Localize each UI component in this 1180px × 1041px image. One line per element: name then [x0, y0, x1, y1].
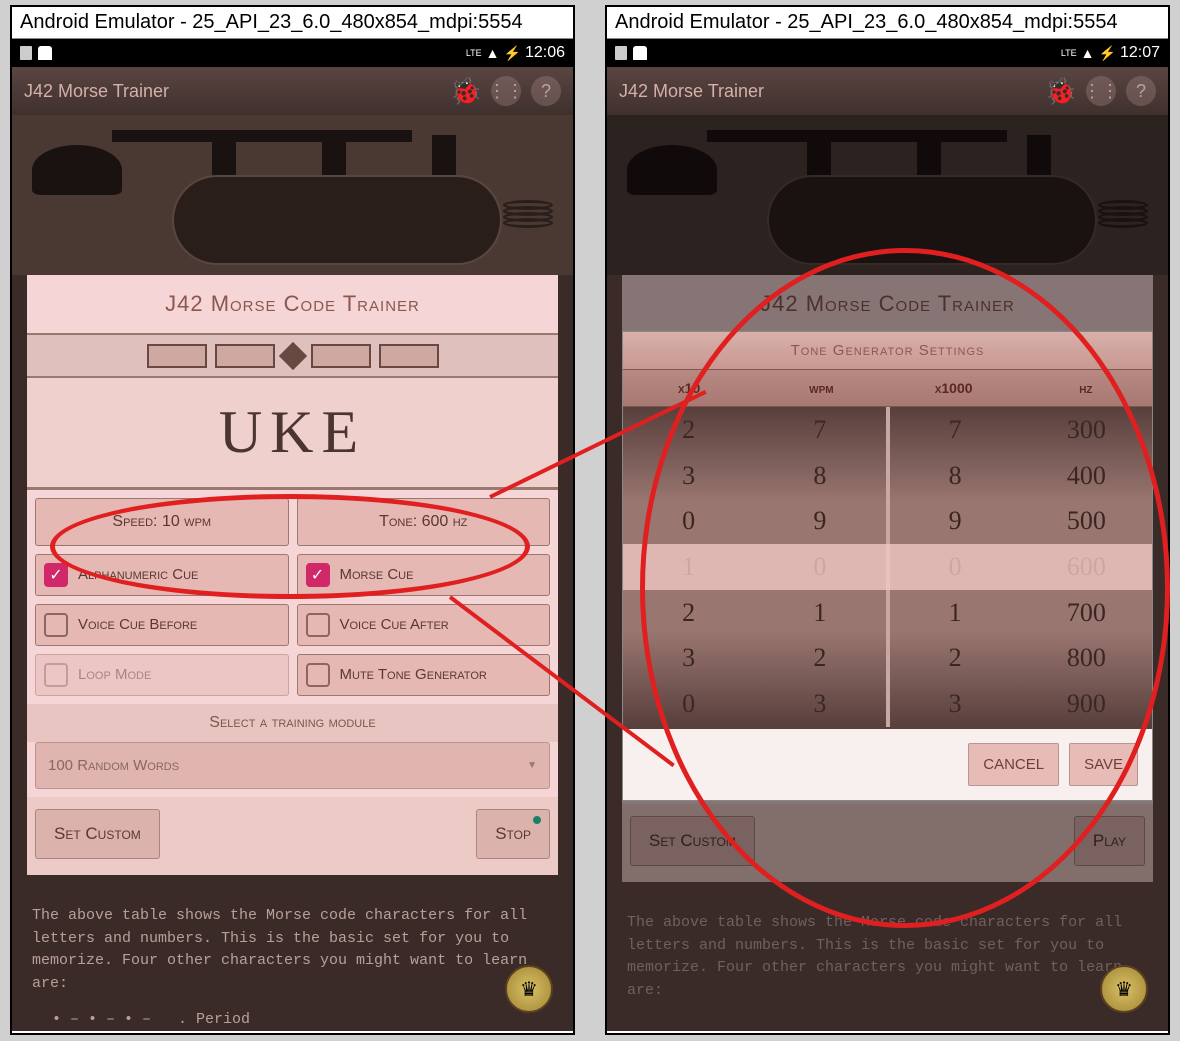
footer-text: The above table shows the Morse code cha…: [607, 882, 1168, 1012]
emulator-window-right: Android Emulator - 25_API_23_6.0_480x854…: [605, 5, 1170, 1035]
share-icon[interactable]: ⋮⋮: [491, 76, 521, 106]
footer-list-item: • – • – • – . Period: [12, 1005, 573, 1034]
header-wpm: wpm: [755, 370, 887, 406]
module-section-label: Select a training module: [27, 704, 558, 742]
bug-icon[interactable]: 🐞: [1046, 76, 1076, 106]
checkbox-icon: [44, 663, 68, 687]
phone-screen: LTE ▲ ⚡ 12:07 J42 Morse Trainer 🐞 ⋮⋮ ?: [607, 39, 1168, 1031]
fab-button[interactable]: ♛: [505, 965, 553, 1013]
lte-label: LTE: [1061, 48, 1077, 58]
sd-card-icon: [615, 46, 627, 60]
stop-button[interactable]: Stop: [476, 809, 550, 859]
phone-screen: LTE ▲ ⚡ 12:06 J42 Morse Trainer 🐞 ⋮⋮ ?: [12, 39, 573, 1031]
clock: 12:07: [1120, 44, 1160, 62]
picker-headers: x10 wpm x1000 hz: [623, 369, 1152, 407]
main-card: J42 Morse Code Trainer UKE Speed: 10 wpm…: [27, 275, 558, 875]
save-button[interactable]: SAVE: [1069, 743, 1138, 786]
app-bar: J42 Morse Trainer 🐞 ⋮⋮ ?: [607, 67, 1168, 115]
lte-label: LTE: [466, 48, 482, 58]
help-icon[interactable]: ?: [531, 76, 561, 106]
signal-icon: ▲: [486, 45, 500, 61]
picker-selection-highlight: [623, 544, 1152, 590]
emulator-window-left: Android Emulator - 25_API_23_6.0_480x854…: [10, 5, 575, 1035]
fab-button[interactable]: ♛: [1100, 965, 1148, 1013]
loop-mode-option[interactable]: Loop Mode: [35, 654, 289, 696]
cancel-button[interactable]: CANCEL: [968, 743, 1059, 786]
voice-before-option[interactable]: Voice Cue Before: [35, 604, 289, 646]
alphanumeric-cue-option[interactable]: ✓ Alphanumeric Cue: [35, 554, 289, 596]
set-custom-button[interactable]: Set Custom: [35, 809, 160, 859]
module-dropdown[interactable]: 100 Random Words ▼: [35, 742, 550, 789]
clock: 12:06: [525, 44, 565, 62]
tone-button[interactable]: Tone: 600 hz: [297, 498, 551, 546]
app-bar: J42 Morse Trainer 🐞 ⋮⋮ ?: [12, 67, 573, 115]
checkbox-icon: [44, 613, 68, 637]
speed-button[interactable]: Speed: 10 wpm: [35, 498, 289, 546]
status-bar: LTE ▲ ⚡ 12:07: [607, 39, 1168, 67]
header-hz: hz: [1020, 370, 1152, 406]
voice-after-option[interactable]: Voice Cue After: [297, 604, 551, 646]
tone-settings-dialog: Tone Generator Settings x10 wpm x1000 hz…: [622, 275, 1153, 801]
footer-text: The above table shows the Morse code cha…: [12, 875, 573, 1005]
morse-key-image: [12, 115, 573, 275]
header-x1000: x1000: [888, 370, 1020, 406]
mute-tone-option[interactable]: Mute Tone Generator: [297, 654, 551, 696]
checkbox-icon: [306, 663, 330, 687]
card-title: J42 Morse Code Trainer: [27, 275, 558, 333]
app-title: J42 Morse Trainer: [24, 81, 169, 102]
signal-icon: ▲: [1081, 45, 1095, 61]
current-word: UKE: [27, 378, 558, 490]
morse-key-image: [607, 115, 1168, 275]
checkbox-checked-icon: ✓: [306, 563, 330, 587]
checkbox-icon: [306, 613, 330, 637]
play-button[interactable]: Play: [1074, 816, 1145, 866]
debug-icon: [633, 46, 647, 60]
decoration: [27, 333, 558, 378]
picker-body: 2 3 0 1 2 3 0 7 8 9 0 1 2: [623, 407, 1152, 727]
bug-icon[interactable]: 🐞: [451, 76, 481, 106]
crown-icon: ♛: [1115, 977, 1133, 1002]
sd-card-icon: [20, 46, 32, 60]
status-dot-icon: [533, 816, 541, 824]
set-custom-button[interactable]: Set Custom: [630, 816, 755, 866]
window-title: Android Emulator - 25_API_23_6.0_480x854…: [12, 7, 573, 39]
help-icon[interactable]: ?: [1126, 76, 1156, 106]
battery-icon: ⚡: [1099, 45, 1116, 62]
debug-icon: [38, 46, 52, 60]
checkbox-checked-icon: ✓: [44, 563, 68, 587]
share-icon[interactable]: ⋮⋮: [1086, 76, 1116, 106]
status-bar: LTE ▲ ⚡ 12:06: [12, 39, 573, 67]
battery-icon: ⚡: [504, 45, 521, 62]
crown-icon: ♛: [520, 977, 538, 1002]
dropdown-arrow-icon: ▼: [527, 760, 537, 771]
dialog-title: Tone Generator Settings: [623, 332, 1152, 369]
morse-cue-option[interactable]: ✓ Morse Cue: [297, 554, 551, 596]
window-title: Android Emulator - 25_API_23_6.0_480x854…: [607, 7, 1168, 39]
app-title: J42 Morse Trainer: [619, 81, 764, 102]
